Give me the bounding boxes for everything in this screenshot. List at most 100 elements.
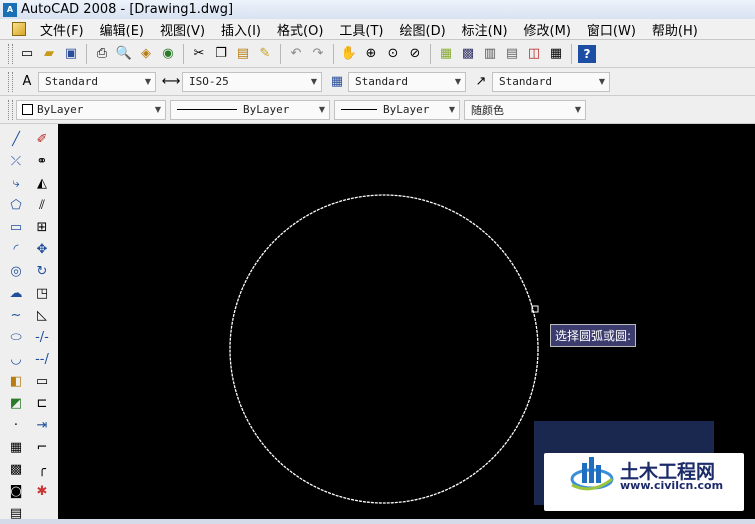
dim-style-select[interactable]: ISO-25 ▼ [182,71,322,92]
line-icon[interactable]: ╱ [5,128,27,150]
menu-draw[interactable]: 绘图(D) [392,20,454,39]
cut-icon[interactable]: ✂ [190,45,208,63]
zoom-window-icon[interactable]: ⊙ [384,45,402,63]
spline-icon[interactable]: ∼ [5,304,27,326]
extend-icon[interactable]: --/ [31,348,53,370]
text-style-icon[interactable]: A [18,73,36,91]
toolbar-grip[interactable] [8,43,13,64]
design-center-icon[interactable]: ▩ [459,45,477,63]
pan-icon[interactable]: ✋ [340,45,358,63]
quickcalc-icon[interactable]: ▦ [547,45,565,63]
mirror-icon[interactable]: ◭ [31,172,53,194]
title-bar: A AutoCAD 2008 - [Drawing1.dwg] [0,0,755,19]
point-icon[interactable]: · [5,414,27,436]
table-style-icon[interactable]: ▦ [328,73,346,91]
join-icon[interactable]: ⇥ [31,414,53,436]
modify-toolbar: ✐ ⚭ ◭ ⫽ ⊞ ✥ ↻ ◳ ◺ -/- --/ ▭ ⊏ ⇥ ⌐ ╭ ✱ [30,128,54,502]
match-properties-icon[interactable]: ✎ [256,45,274,63]
table-icon[interactable]: ▤ [5,502,27,524]
fillet-icon[interactable]: ╭ [31,458,53,480]
move-icon[interactable]: ✥ [31,238,53,260]
menu-modify[interactable]: 修改(M) [516,20,579,39]
menu-window[interactable]: 窗口(W) [579,20,644,39]
toolbar-grip[interactable] [8,99,13,120]
scale-icon[interactable]: ◳ [31,282,53,304]
properties-icon[interactable]: ▦ [437,45,455,63]
chevron-down-icon[interactable]: ▼ [451,73,465,91]
circle-icon[interactable]: ◎ [5,260,27,282]
zoom-realtime-icon[interactable]: ⊕ [362,45,380,63]
copy-icon[interactable]: ❐ [212,45,230,63]
autocad-app-icon[interactable]: A [3,2,17,17]
region-icon[interactable]: ◙ [5,480,27,502]
properties-toolbar: ByLayer ▼ ByLayer ▼ ByLayer ▼ 随颜色 ▼ [0,96,755,124]
left-toolbars: ╱ ⤫ ⤷ ⬠ ▭ ◜ ◎ ☁ ∼ ⬭ ◡ ◧ ◩ · ▦ ▩ ◙ ▤ ✐ ⚭ … [0,124,58,521]
markup-icon[interactable]: ◫ [525,45,543,63]
linetype-select[interactable]: ByLayer ▼ [170,99,330,120]
rotate-icon[interactable]: ↻ [31,260,53,282]
toolbar-grip[interactable] [8,71,13,92]
arc-icon[interactable]: ◜ [5,238,27,260]
undo-icon[interactable]: ↶ [287,45,305,63]
menu-tools[interactable]: 工具(T) [331,20,391,39]
chevron-down-icon[interactable]: ▼ [141,73,155,91]
chevron-down-icon[interactable]: ▼ [151,101,165,119]
polygon-icon[interactable]: ⬠ [5,194,27,216]
save-icon[interactable]: ▣ [62,45,80,63]
zoom-previous-icon[interactable]: ⊘ [406,45,424,63]
make-block-icon[interactable]: ◩ [5,392,27,414]
ellipse-icon[interactable]: ⬭ [5,326,27,348]
help-icon[interactable]: ? [578,44,596,63]
multileader-style-icon[interactable]: ↗ [472,73,490,91]
chevron-down-icon[interactable]: ▼ [571,101,585,119]
selected-circle[interactable] [229,194,539,504]
rectangle-icon[interactable]: ▭ [5,216,27,238]
chevron-down-icon[interactable]: ▼ [445,101,459,119]
explode-icon[interactable]: ✱ [31,480,53,502]
insert-block-icon[interactable]: ◧ [5,370,27,392]
dim-style-icon[interactable]: ⟷ [162,73,181,91]
lineweight-select[interactable]: ByLayer ▼ [334,99,460,120]
menu-view[interactable]: 视图(V) [152,20,213,39]
print-preview-icon[interactable]: 🔍 [115,45,133,63]
construction-line-icon[interactable]: ⤫ [5,150,27,172]
menu-insert[interactable]: 插入(I) [213,20,269,39]
menu-format[interactable]: 格式(O) [269,20,331,39]
trim-icon[interactable]: -/- [31,326,53,348]
sheet-set-icon[interactable]: ▤ [503,45,521,63]
menu-file[interactable]: 文件(F) [32,20,92,39]
chevron-down-icon[interactable]: ▼ [315,101,329,119]
ellipse-arc-icon[interactable]: ◡ [5,348,27,370]
redo-icon[interactable]: ↷ [309,45,327,63]
print-icon[interactable]: ⎙ [93,45,111,63]
hatch-icon[interactable]: ▦ [5,436,27,458]
menu-help[interactable]: 帮助(H) [644,20,706,39]
menu-edit[interactable]: 编辑(E) [92,20,152,39]
gradient-icon[interactable]: ▩ [5,458,27,480]
menu-dimension[interactable]: 标注(N) [454,20,516,39]
array-icon[interactable]: ⊞ [31,216,53,238]
offset-icon[interactable]: ⫽ [31,194,53,216]
plot-style-select[interactable]: 随颜色 ▼ [464,99,586,120]
text-style-select[interactable]: Standard ▼ [38,71,156,92]
chevron-down-icon[interactable]: ▼ [595,73,609,91]
new-icon[interactable]: ▭ [18,45,36,63]
chevron-down-icon[interactable]: ▼ [307,73,321,91]
open-icon[interactable]: ▰ [40,45,58,63]
stretch-icon[interactable]: ◺ [31,304,53,326]
document-icon[interactable] [12,22,26,36]
copy-object-icon[interactable]: ⚭ [31,150,53,172]
3d-dwf-icon[interactable]: ◉ [159,45,177,63]
publish-icon[interactable]: ◈ [137,45,155,63]
table-style-select[interactable]: Standard ▼ [348,71,466,92]
revision-cloud-icon[interactable]: ☁ [5,282,27,304]
erase-icon[interactable]: ✐ [31,128,53,150]
polyline-icon[interactable]: ⤷ [5,172,27,194]
color-select[interactable]: ByLayer ▼ [16,99,166,120]
break-at-point-icon[interactable]: ▭ [31,370,53,392]
chamfer-icon[interactable]: ⌐ [31,436,53,458]
break-icon[interactable]: ⊏ [31,392,53,414]
paste-icon[interactable]: ▤ [234,45,252,63]
tool-palettes-icon[interactable]: ▥ [481,45,499,63]
multileader-style-select[interactable]: Standard ▼ [492,71,610,92]
